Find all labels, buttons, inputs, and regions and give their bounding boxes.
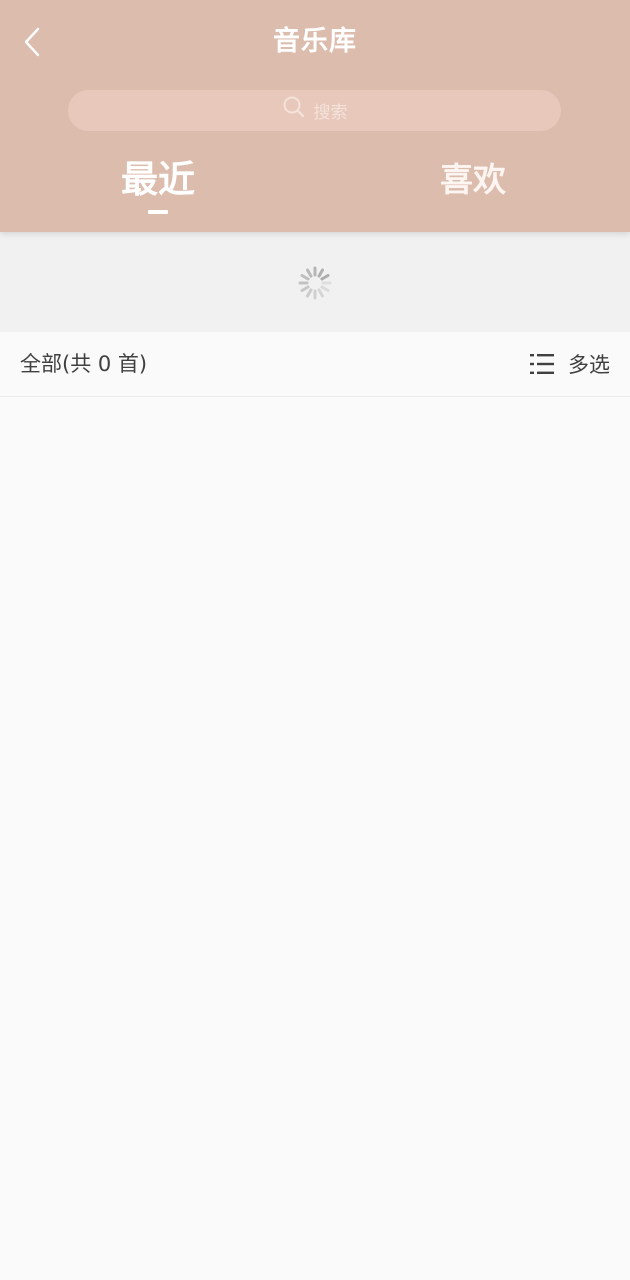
search-placeholder: 搜索 [313,103,348,123]
tab-recent[interactable]: 最近 [98,154,218,214]
spinner-spoke [317,268,324,278]
page-title: 音乐库 [273,26,357,57]
active-tab-indicator [148,210,168,214]
spinner-spoke [306,288,313,298]
spinner-spoke [320,285,330,292]
list-header: 全部(共 0 首) 多选 [0,332,630,397]
search-icon [283,96,304,117]
spinner-spoke [320,274,330,281]
list-icon [530,354,554,374]
spinner-spoke [300,274,310,281]
tab-favorites[interactable]: 喜欢 [413,154,533,214]
spinner-spoke [306,268,313,278]
multi-select-label: 多选 [568,353,610,377]
search-input[interactable]: 搜索 [68,90,561,131]
spinner-spoke [317,288,324,298]
song-count-label: 全部(共 0 首) [20,352,148,376]
spinner-spoke [300,285,310,292]
header-bar: 音乐库 搜索 最近 喜欢 [0,0,630,232]
loading-spinner-icon [298,266,332,300]
multi-select-button[interactable]: 多选 [530,332,610,396]
